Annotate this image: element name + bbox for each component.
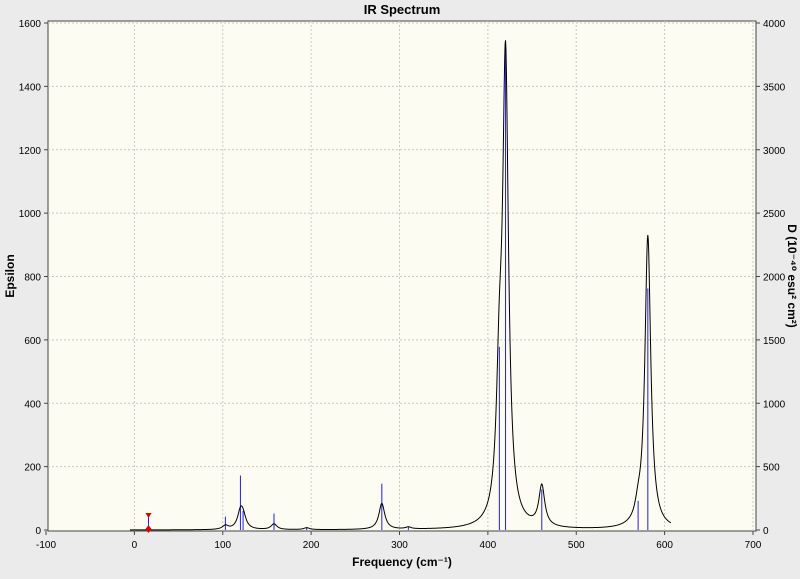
left-axis-ticks: 0 200 400 600 800 1000 1200 1400 1600 — [19, 19, 48, 537]
ir-spectrum-chart: 0 200 400 600 800 1000 1200 1400 1600 0 500 1000 15… — [0, 0, 800, 574]
y-right-tick-label: 1500 — [763, 336, 786, 347]
y-axis-label: Epsilon — [3, 254, 17, 297]
y-tick-label: 1600 — [19, 19, 42, 30]
chart-svg: 02004006008001000120014001600 0500100015… — [3, 2, 799, 569]
y-right-tick-label: 500 — [763, 463, 780, 474]
y-right-tick-label: 1000 — [763, 399, 786, 410]
y-tick-label: 400 — [24, 399, 41, 410]
y-right-tick-label: 2000 — [763, 273, 786, 284]
y-tick-label: 600 — [24, 336, 41, 347]
y-right-tick-label: 2500 — [763, 209, 786, 220]
x-tick-label: 200 — [303, 540, 320, 551]
x-tick-label: 500 — [568, 540, 585, 551]
y-right-tick-label: 3500 — [763, 82, 786, 93]
y-tick-label: 1000 — [19, 209, 42, 220]
y-right-tick-label: 3000 — [763, 146, 786, 157]
x-axis-label: Frequency (cm⁻¹) — [352, 555, 452, 569]
y-tick-label: 0 — [35, 526, 41, 537]
x-tick-label: 400 — [480, 540, 497, 551]
y-tick-label: 200 — [24, 463, 41, 474]
y-tick-label: 1400 — [19, 82, 42, 93]
x-tick-label: 300 — [391, 540, 408, 551]
y-axis-right-label: D (10⁻⁴⁰ esu² cm²) — [785, 224, 799, 328]
right-axis-ticks: 0 500 1000 1500 2000 2500 3000 3500 4000 — [756, 19, 786, 537]
x-tick-label: -100 — [36, 540, 56, 551]
y-right-tick-label: 4000 — [763, 19, 786, 30]
y-tick-label: 1200 — [19, 146, 42, 157]
x-tick-label: 0 — [132, 540, 138, 551]
x-tick-label: 600 — [656, 540, 673, 551]
y-right-tick-label: 0 — [763, 526, 769, 537]
x-tick-label: 700 — [745, 540, 762, 551]
x-axis-ticks: -100 0 100 200 300 400 500 600 700 — [36, 531, 762, 551]
chart-title: IR Spectrum — [364, 2, 441, 17]
x-tick-label: 100 — [214, 540, 231, 551]
y-tick-label: 800 — [24, 273, 41, 284]
